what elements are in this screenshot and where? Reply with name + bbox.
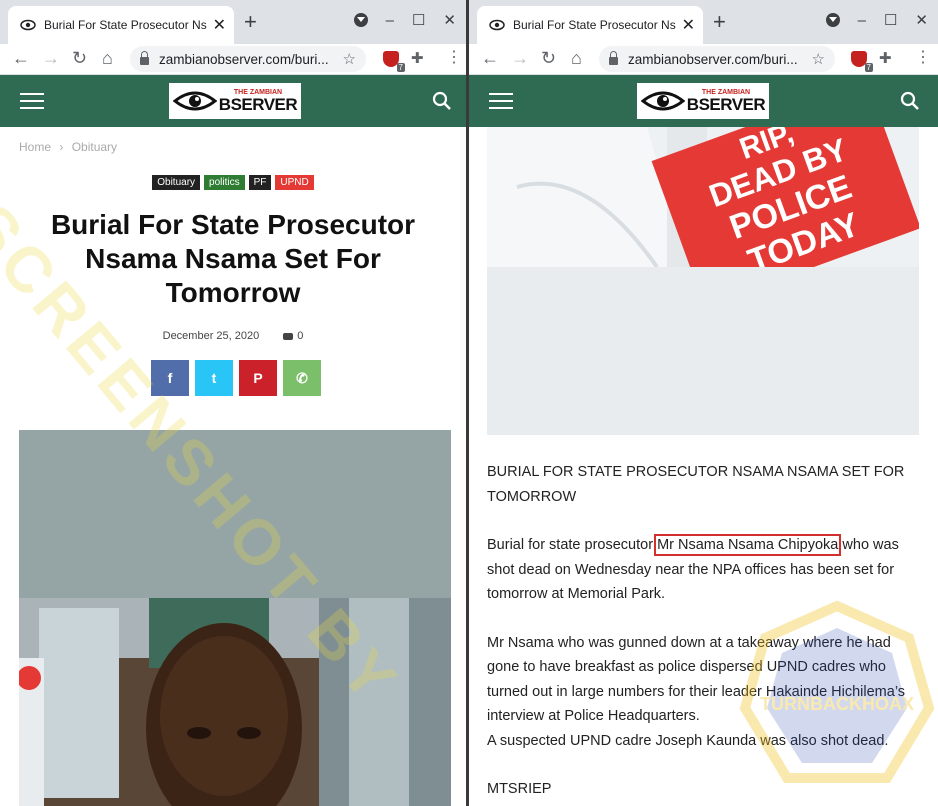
eye-favicon-icon <box>20 19 36 31</box>
article-photo-top: RIP, DEAD BY POLICE TODAY <box>487 127 919 267</box>
tag-upnd[interactable]: UPND <box>275 175 314 190</box>
back-icon[interactable]: ← <box>12 48 30 68</box>
twitter-share-button[interactable]: t <box>195 360 233 396</box>
extensions-puzzle-icon[interactable]: ✚ <box>411 49 427 67</box>
menu-kebab-icon[interactable]: ⋮ <box>446 50 462 66</box>
home-icon[interactable]: ⌂ <box>102 48 113 68</box>
breadcrumb-obituary[interactable]: Obituary <box>72 140 117 154</box>
extensions-puzzle-icon[interactable]: ✚ <box>879 49 895 67</box>
image-placeholder <box>19 430 451 598</box>
reload-icon[interactable]: ↻ <box>72 48 87 68</box>
highlighted-name: Mr Nsama Nsama Chipyoka <box>654 534 842 556</box>
verification-stamp: TURNBACKHOAX <box>739 600 935 783</box>
stamp-text: TURNBACKHOAX <box>760 694 914 714</box>
lock-icon <box>140 51 149 65</box>
bookmark-star-icon[interactable]: ☆ <box>812 50 825 68</box>
facebook-icon: f <box>167 370 173 386</box>
minimize-icon[interactable]: – <box>386 12 394 29</box>
tab-title: Burial For State Prosecutor Nsan <box>44 18 207 32</box>
tab-strip: Burial For State Prosecutor Nsan ✕ + – ☐… <box>469 0 938 44</box>
extension-shield-icon[interactable]: 7 <box>851 51 873 72</box>
breadcrumb-home[interactable]: Home <box>19 140 51 154</box>
share-buttons: f t P ✆ <box>151 360 321 396</box>
browser-toolbar: ← → ↻ ⌂ zambianobserver.com/buri... ☆ 7 … <box>0 44 466 75</box>
browser-tab[interactable]: Burial For State Prosecutor Nsan ✕ <box>8 6 234 44</box>
twitter-icon: t <box>211 370 217 386</box>
comment-icon <box>283 332 294 340</box>
logo-eye-icon <box>640 91 685 111</box>
forward-icon[interactable]: → <box>511 48 529 68</box>
window-controls: – ☐ ✕ <box>353 11 456 29</box>
image-placeholder <box>487 267 919 435</box>
address-bar[interactable]: zambianobserver.com/buri... ☆ <box>130 46 366 72</box>
hamburger-menu-icon[interactable] <box>489 93 513 109</box>
logo-eye-icon <box>172 91 217 111</box>
category-tags: Obituary politics PF UPND <box>0 175 466 190</box>
url-text: zambianobserver.com/buri... <box>628 51 798 67</box>
rip-sign-photo: RIP, DEAD BY POLICE TODAY <box>487 127 919 267</box>
extension-badge: 7 <box>396 63 405 72</box>
close-window-icon[interactable]: ✕ <box>443 11 456 29</box>
tab-title: Burial For State Prosecutor Nsan <box>513 18 676 32</box>
tab-close-icon[interactable]: ✕ <box>213 15 226 35</box>
whatsapp-share-button[interactable]: ✆ <box>283 360 321 396</box>
new-tab-icon[interactable]: + <box>244 11 257 33</box>
maximize-icon[interactable]: ☐ <box>884 11 897 29</box>
hamburger-menu-icon[interactable] <box>20 93 44 109</box>
logo-big-text: BSERVER <box>218 95 298 114</box>
back-icon[interactable]: ← <box>481 48 499 68</box>
tag-pf[interactable]: PF <box>248 175 272 190</box>
reload-icon[interactable]: ↻ <box>541 48 556 68</box>
pinterest-share-button[interactable]: P <box>239 360 277 396</box>
tag-obituary[interactable]: Obituary <box>152 175 201 190</box>
window-controls: – ☐ ✕ <box>825 11 928 29</box>
logo-big-text: BSERVER <box>686 95 766 114</box>
article-photo <box>19 598 451 806</box>
bookmark-star-icon[interactable]: ☆ <box>343 50 356 68</box>
article-date: December 25, 2020 <box>162 330 260 342</box>
breadcrumb: Home › Obituary <box>19 140 117 154</box>
article-headline: Burial For State Prosecutor Nsama Nsama … <box>50 209 416 308</box>
lock-icon <box>609 51 618 65</box>
extension-badge: 7 <box>864 63 873 72</box>
comment-count-link[interactable]: 0 <box>283 330 303 342</box>
comment-count: 0 <box>297 330 304 342</box>
whatsapp-icon: ✆ <box>296 369 308 386</box>
tab-strip: Burial For State Prosecutor Nsan ✕ + – ☐… <box>0 0 466 44</box>
minimize-icon[interactable]: – <box>858 12 866 29</box>
url-text: zambianobserver.com/buri... <box>159 51 329 67</box>
address-bar[interactable]: zambianobserver.com/buri... ☆ <box>599 46 835 72</box>
search-icon[interactable] <box>432 91 452 111</box>
tab-close-icon[interactable]: ✕ <box>682 15 695 35</box>
search-icon[interactable] <box>900 91 920 111</box>
new-tab-icon[interactable]: + <box>713 11 726 33</box>
eye-favicon-icon <box>489 19 505 31</box>
prosecutor-photo <box>19 598 451 806</box>
site-header: THE ZAMBIAN BSERVER <box>469 75 938 127</box>
para1-text-before: Burial for state prosecutor <box>487 537 658 553</box>
forward-icon[interactable]: → <box>42 48 60 68</box>
browser-tab[interactable]: Burial For State Prosecutor Nsan ✕ <box>477 6 703 44</box>
right-browser-window: Burial For State Prosecutor Nsan ✕ + – ☐… <box>469 0 938 806</box>
facebook-share-button[interactable]: f <box>151 360 189 396</box>
pinterest-icon: P <box>253 370 263 386</box>
article-meta: December 25, 2020 0 <box>0 330 466 342</box>
home-icon[interactable]: ⌂ <box>571 48 582 68</box>
site-header: THE ZAMBIAN BSERVER <box>0 75 466 127</box>
article-title-paragraph: BURIAL FOR STATE PROSECUTOR NSAMA NSAMA … <box>487 464 905 505</box>
close-window-icon[interactable]: ✕ <box>915 11 928 29</box>
extension-shield-icon[interactable]: 7 <box>383 51 405 72</box>
tab-search-icon[interactable] <box>353 13 368 27</box>
left-browser-window: Burial For State Prosecutor Nsan ✕ + – ☐… <box>0 0 466 806</box>
tab-search-icon[interactable] <box>825 13 840 27</box>
menu-kebab-icon[interactable]: ⋮ <box>915 50 931 66</box>
browser-toolbar: ← → ↻ ⌂ zambianobserver.com/buri... ☆ 7 … <box>469 44 938 75</box>
site-logo[interactable]: THE ZAMBIAN BSERVER <box>637 83 769 119</box>
maximize-icon[interactable]: ☐ <box>412 11 425 29</box>
breadcrumb-separator: › <box>59 140 64 154</box>
tag-politics[interactable]: politics <box>204 175 245 190</box>
article-paragraph-1: Burial for state prosecutor Mr Nsama Nsa… <box>487 533 925 607</box>
site-logo[interactable]: THE ZAMBIAN BSERVER <box>169 83 301 119</box>
